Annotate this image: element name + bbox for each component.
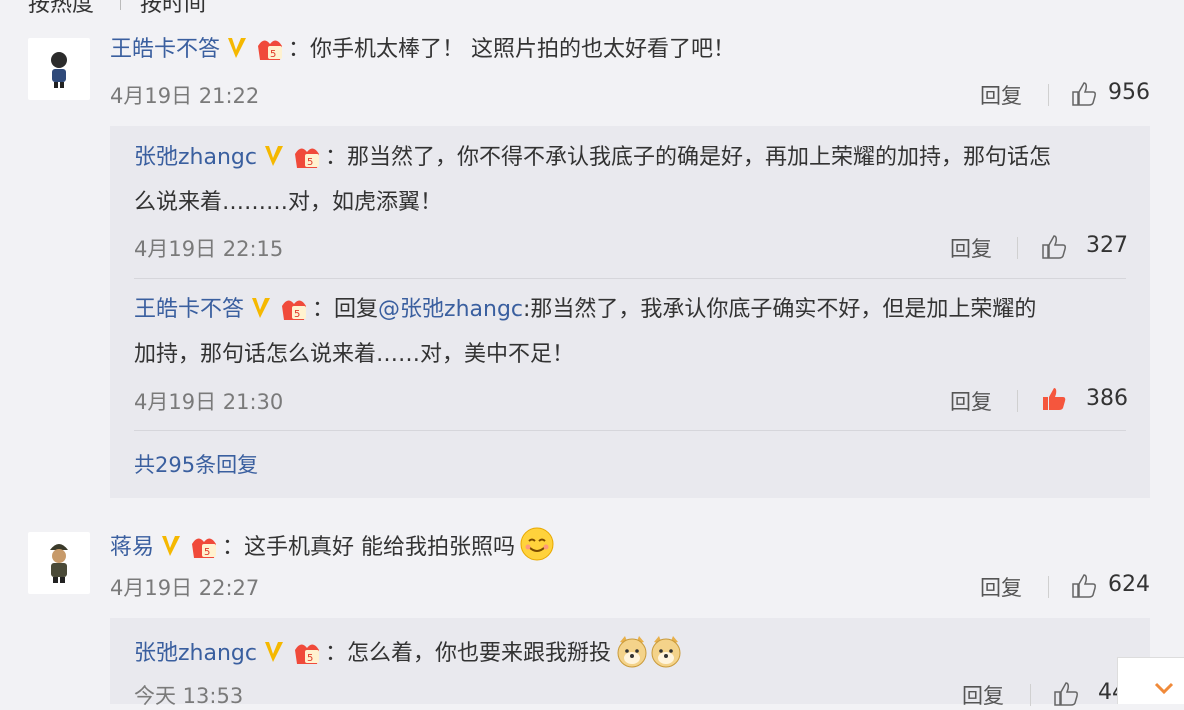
reply-line: 王皓卡不答 5 ：回复@张弛zhangc:那当然了，我承认你底子确实不好，但是加上荣…	[134, 294, 1036, 331]
more-replies-link[interactable]: 共295条回复	[134, 450, 258, 480]
comment-line: 蒋易 5 ：这手机真好 能给我拍张照吗	[110, 526, 555, 569]
divider	[1030, 684, 1031, 706]
like-count: 624	[1108, 572, 1150, 597]
reply-line: 张弛zhangc 5 ：那当然了，你不得不承认我底子的确是好，再加上荣耀的加持，那句…	[134, 142, 1051, 179]
tab-hot[interactable]: 按热度	[28, 0, 94, 14]
verified-badge-icon: 5	[160, 532, 222, 569]
username[interactable]: 王皓卡不答	[110, 37, 220, 62]
reply-text: :那当然了，我承认你底子确实不好，但是加上荣耀的	[523, 297, 1037, 322]
reply-button[interactable]: 回复	[950, 386, 992, 416]
cartoon-person-avatar-icon	[51, 52, 67, 88]
chevron-down-icon	[1154, 682, 1174, 695]
verified-badge-icon: 5	[250, 294, 312, 331]
divider	[1017, 237, 1018, 259]
avatar[interactable]	[28, 38, 90, 100]
divider	[134, 278, 1126, 279]
thumbs-up-liked-icon[interactable]	[1040, 385, 1068, 413]
doge-emoji-icon	[617, 636, 647, 668]
reply-button[interactable]: 回复	[980, 572, 1022, 602]
reply-text-continued: 加持，那句话怎么说来着……对，美中不足！	[134, 342, 575, 367]
reply-text: ：怎么着，你也要来跟我掰投	[324, 641, 611, 666]
svg-text:5: 5	[307, 157, 313, 168]
username[interactable]: 张弛zhangc	[134, 641, 257, 666]
reply-button[interactable]: 回复	[962, 680, 1004, 710]
tab-time[interactable]: 按时间	[140, 0, 206, 14]
reply-prefix: ：回复	[312, 297, 379, 322]
timestamp: 4月19日 21:30	[134, 390, 284, 414]
doge-emoji-icon	[651, 636, 681, 668]
divider	[1017, 390, 1018, 412]
like-count: 327	[1086, 233, 1128, 258]
svg-text:5: 5	[204, 547, 210, 558]
timestamp: 4月19日 21:22	[110, 84, 260, 108]
username[interactable]: 蒋易	[110, 535, 154, 560]
thumbs-up-icon[interactable]	[1070, 572, 1098, 600]
thumbs-up-icon[interactable]	[1040, 233, 1068, 261]
like-count: 386	[1086, 386, 1128, 411]
divider	[134, 430, 1126, 431]
comment-text: ：这手机真好 能给我拍张照吗	[222, 535, 516, 560]
mention-link[interactable]: @张弛zhangc	[378, 297, 523, 322]
cartoon-soldier-avatar-icon	[50, 544, 68, 583]
comment-text: ：你手机太棒了！ 这照片拍的也太好看了吧！	[288, 37, 736, 62]
svg-text:5: 5	[294, 309, 300, 320]
timestamp: 4月19日 22:27	[110, 576, 260, 600]
divider	[1048, 576, 1049, 598]
sort-tabs: 按热度 按时间	[0, 0, 1184, 14]
verified-badge-icon: 5	[263, 638, 325, 675]
reply-text: ：那当然了，你不得不承认我底子的确是好，再加上荣耀的加持，那句话怎	[324, 145, 1051, 170]
svg-text:5: 5	[307, 653, 313, 664]
username[interactable]: 张弛zhangc	[134, 145, 257, 170]
svg-text:5: 5	[270, 49, 276, 60]
reply-text-continued: 么说来着………对，如虎添翼！	[134, 190, 443, 215]
reply-line: 张弛zhangc 5 ：怎么着，你也要来跟我掰投	[134, 634, 683, 675]
avatar[interactable]	[28, 532, 90, 594]
like-count: 956	[1108, 80, 1150, 105]
comment-line: 王皓卡不答 5 ：你手机太棒了！ 这照片拍的也太好看了吧！	[110, 34, 735, 71]
tab-separator	[120, 0, 121, 10]
timestamp: 4月19日 22:15	[134, 237, 284, 261]
reply-button[interactable]: 回复	[950, 233, 992, 263]
divider	[1048, 84, 1049, 106]
verified-badge-icon: 5	[263, 142, 325, 179]
thumbs-up-icon[interactable]	[1070, 80, 1098, 108]
floating-widget[interactable]	[1117, 657, 1184, 704]
smile-emoji-icon	[520, 527, 554, 561]
verified-badge-icon: 5	[226, 34, 288, 71]
username[interactable]: 王皓卡不答	[134, 297, 244, 322]
reply-button[interactable]: 回复	[980, 80, 1022, 110]
timestamp: 今天 13:53	[134, 684, 244, 708]
